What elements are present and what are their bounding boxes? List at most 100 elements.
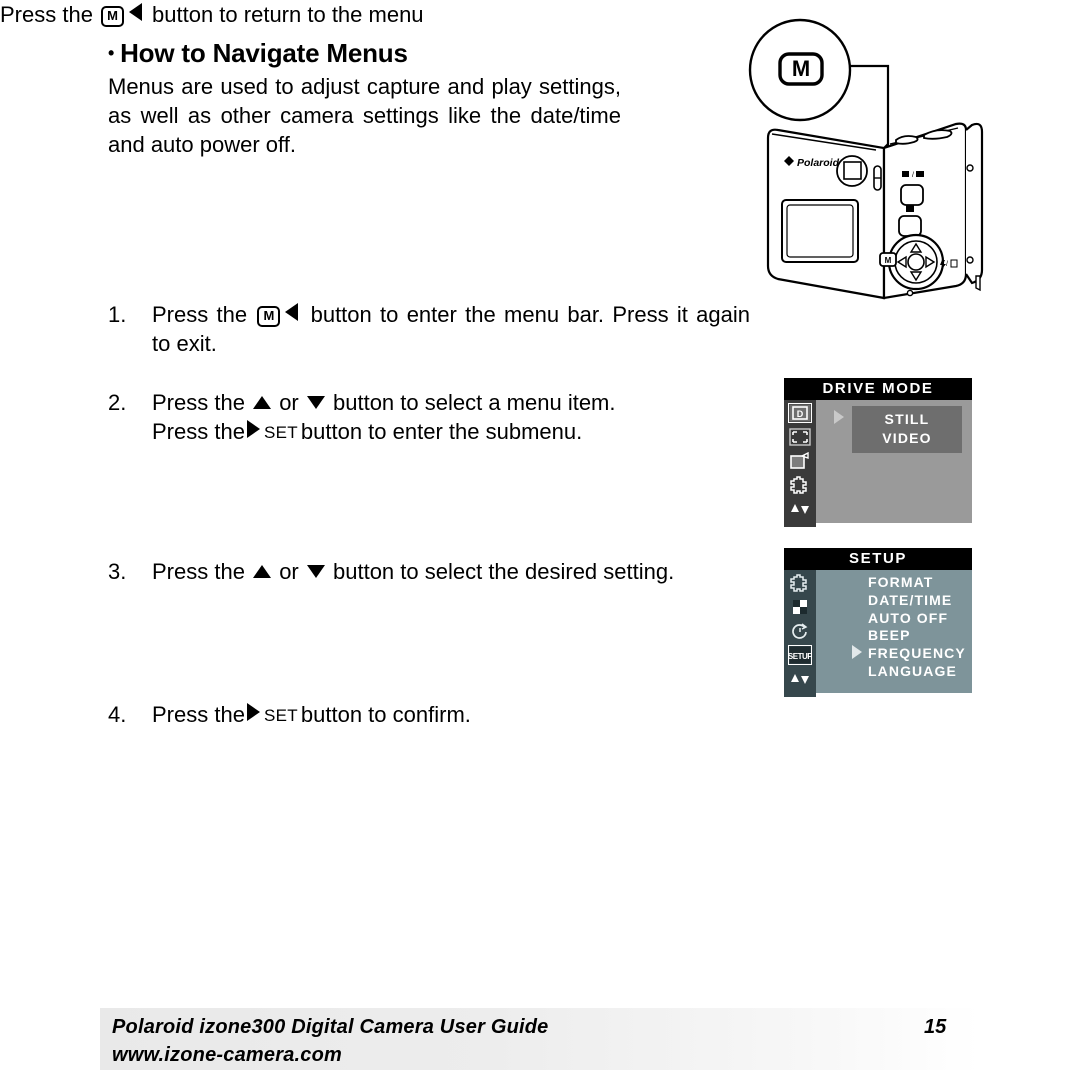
svg-text:SETUP: SETUP (789, 652, 811, 661)
step-2-text-or: or (279, 390, 299, 415)
step-2-line2-before: Press the (152, 419, 245, 444)
page-title: • How to Navigate Menus (108, 38, 408, 69)
menu-key-icon: M (101, 6, 124, 27)
arrow-left-icon (128, 3, 142, 21)
delete-icon (906, 205, 914, 212)
arrow-right-icon (246, 703, 260, 721)
drive-mode-submenu[interactable]: STILL VIDEO (852, 406, 962, 453)
step-2b-before: Press the (0, 2, 93, 27)
shutter-button (895, 135, 919, 145)
step-1: 1. Press the M button to enter the menu … (108, 300, 750, 358)
drive-mode-menu-panel[interactable]: DRIVE MODE D STILL VIDEO (784, 378, 972, 527)
updown-icon[interactable] (789, 670, 811, 688)
step-4-text-after: button to confirm. (300, 702, 471, 727)
set-label-icon: SET (263, 423, 298, 442)
setup-item-beep[interactable]: BEEP (868, 627, 966, 645)
drive-mode-title: DRIVE MODE (784, 378, 972, 400)
capture-playback-button (900, 184, 924, 206)
drive-mode-item-video[interactable]: VIDEO (852, 429, 962, 448)
set-label-icon: SET (263, 706, 298, 725)
setup-title: SETUP (784, 548, 972, 570)
drive-mode-content: STILL VIDEO (816, 400, 972, 523)
effects-icon[interactable] (789, 476, 811, 494)
step-4-number: 4. (108, 702, 127, 727)
arrow-left-icon (285, 303, 299, 321)
viewfinder-window (843, 161, 862, 180)
step-2-line-1: Press the or button to select a menu ite… (152, 388, 750, 417)
camera-menu-button-label: M (885, 256, 892, 265)
arrow-up-icon (253, 396, 272, 409)
brand-label: Polaroid (797, 157, 840, 169)
mode-icon-separator: / (912, 172, 914, 179)
microphone-hole (906, 289, 914, 297)
setup-cursor-icon (852, 645, 862, 659)
camera-lcd-inner (786, 204, 854, 258)
footer-title: Polaroid izone300 Digital Camera User Gu… (112, 1016, 549, 1038)
step-3-number: 3. (108, 559, 127, 584)
checker-icon[interactable] (789, 598, 811, 616)
strap-lug (975, 275, 981, 292)
step-2-number: 2. (108, 390, 127, 415)
updown-icon[interactable] (789, 500, 811, 518)
setup-sidebar[interactable]: SETUP (784, 570, 816, 697)
footer-url[interactable]: www.izone-camera.com (112, 1044, 342, 1067)
step-3-text-after: button to select the desired setting. (333, 559, 675, 584)
step-2-body: Press the or button to select a menu ite… (152, 388, 750, 447)
drive-mode-item-still[interactable]: STILL (852, 410, 962, 429)
step-3-text-before: Press the (152, 559, 245, 584)
callout-leader-line (850, 64, 890, 148)
macro-icon (950, 259, 958, 268)
playback-mode-icon (916, 171, 924, 177)
step-2-line-2: Press the SET button to enter the submenu. (152, 417, 750, 447)
arrow-down-icon (306, 396, 325, 409)
step-2-line2-after: button to enter the submenu. (300, 419, 583, 444)
menu-key-icon: M (257, 306, 281, 327)
step-2-text-before: Press the (152, 390, 245, 415)
step-2-return-line: Press the M button to return to the menu (0, 0, 600, 29)
drive-mode-cursor-icon (834, 410, 844, 424)
quality-icon[interactable] (789, 452, 811, 470)
drive-mode-sidebar[interactable]: D (784, 400, 816, 527)
set-button (907, 253, 925, 271)
setup-icon[interactable]: SETUP (788, 645, 812, 665)
side-screw-top (966, 164, 974, 172)
setup-item-list[interactable]: FORMAT DATE/TIME AUTO OFF BEEP FREQUENCY… (868, 574, 966, 681)
step-4-text-before: Press the (152, 702, 245, 727)
step-3-body: Press the or button to select the desire… (152, 557, 750, 586)
capture-mode-icon (902, 171, 909, 177)
arrow-up-icon (253, 565, 272, 578)
self-timer-icon[interactable] (789, 622, 811, 640)
bullet-icon: • (108, 43, 115, 63)
flash-macro-label: / (946, 261, 948, 268)
camera-illustration: M Polaroid / M / (744, 8, 1080, 328)
step-1-body: Press the M button to enter the menu bar… (152, 300, 750, 358)
step-4: 4. Press the SET button to confirm. (108, 700, 750, 730)
step-2: 2. Press the or button to select a menu … (108, 388, 750, 447)
setup-content: FORMAT DATE/TIME AUTO OFF BEEP FREQUENCY… (816, 570, 972, 693)
step-2-text-after: button to select a menu item. (333, 390, 616, 415)
arrow-down-icon (306, 565, 325, 578)
step-3: 3. Press the or button to select the des… (108, 557, 750, 586)
side-screw-bottom (966, 256, 974, 264)
setup-item-frequency[interactable]: FREQUENCY (868, 645, 966, 663)
drive-mode-icon[interactable]: D (788, 403, 812, 423)
setup-menu-panel[interactable]: SETUP SETUP FORMAT DATE/TIME AUTO OFF BE… (784, 548, 972, 697)
intro-paragraph: Menus are used to adjust capture and pla… (108, 74, 621, 157)
callout-menu-key-label: M (792, 56, 810, 81)
effects-icon[interactable] (789, 574, 811, 592)
arrow-right-icon (246, 420, 260, 438)
setup-body: SETUP FORMAT DATE/TIME AUTO OFF BEEP FRE… (784, 570, 972, 697)
svg-text:D: D (797, 409, 804, 419)
footer-page-number: 15 (924, 1016, 947, 1038)
step-3-text-or: or (279, 559, 299, 584)
setup-item-language[interactable]: LANGUAGE (868, 663, 966, 681)
setup-item-auto-off[interactable]: AUTO OFF (868, 610, 966, 628)
page-title-text: How to Navigate Menus (120, 38, 408, 68)
resolution-icon[interactable] (789, 428, 811, 446)
setup-item-format[interactable]: FORMAT (868, 574, 966, 592)
step-1-text-before: Press the (152, 302, 248, 327)
step-1-number: 1. (108, 302, 127, 327)
step-2b-after: button to return to the menu (152, 2, 424, 27)
setup-item-date-time[interactable]: DATE/TIME (868, 592, 966, 610)
power-button (923, 129, 953, 140)
